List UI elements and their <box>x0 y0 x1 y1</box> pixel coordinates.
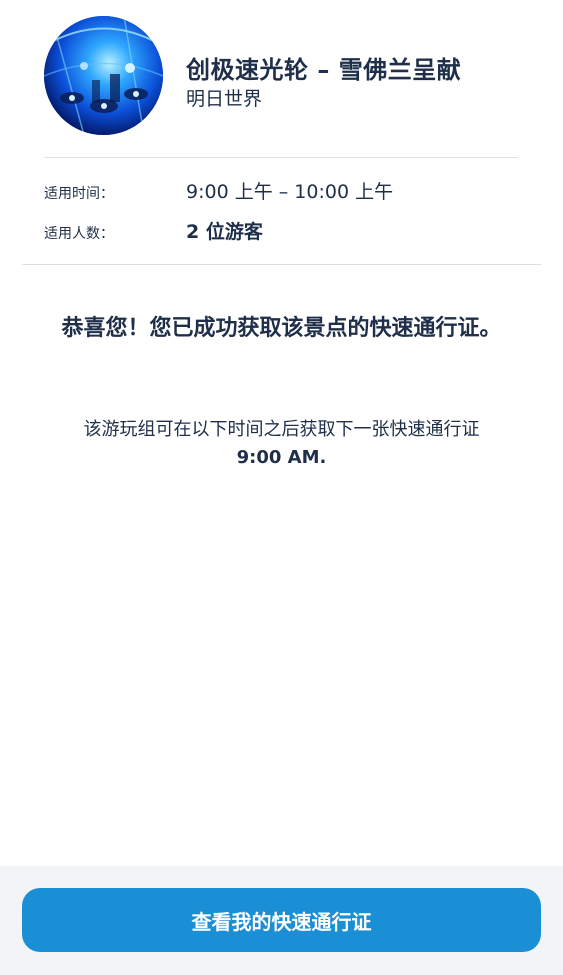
attraction-location: 明日世界 <box>186 88 263 110</box>
guests-row: 适用人数： 2 位游客 <box>0 214 563 248</box>
next-pass-info: 该游玩组可在以下时间之后获取下一张快速通行证 9:00 AM. <box>30 416 533 472</box>
details-divider <box>22 264 541 265</box>
time-label: 适用时间： <box>44 186 114 202</box>
attraction-header: 创极速光轮 – 雪佛兰呈献 明日世界 <box>0 0 563 157</box>
guests-label: 适用人数： <box>44 226 114 242</box>
header-divider <box>44 157 518 158</box>
time-value: 9:00 上午 – 10:00 上午 <box>186 181 394 203</box>
attraction-title: 创极速光轮 – 雪佛兰呈献 <box>186 56 462 84</box>
view-my-fastpass-button[interactable]: 查看我的快速通行证 <box>22 888 541 952</box>
confirmation-heading: 恭喜您！您已成功获取该景点的快速通行证。 <box>61 316 502 341</box>
time-row: 适用时间： 9:00 上午 – 10:00 上午 <box>0 174 563 208</box>
next-pass-time: 9:00 AM. <box>236 447 327 468</box>
guests-value: 2 位游客 <box>186 221 263 243</box>
next-pass-text: 该游玩组可在以下时间之后获取下一张快速通行证 <box>83 419 480 440</box>
attraction-image <box>44 16 163 135</box>
